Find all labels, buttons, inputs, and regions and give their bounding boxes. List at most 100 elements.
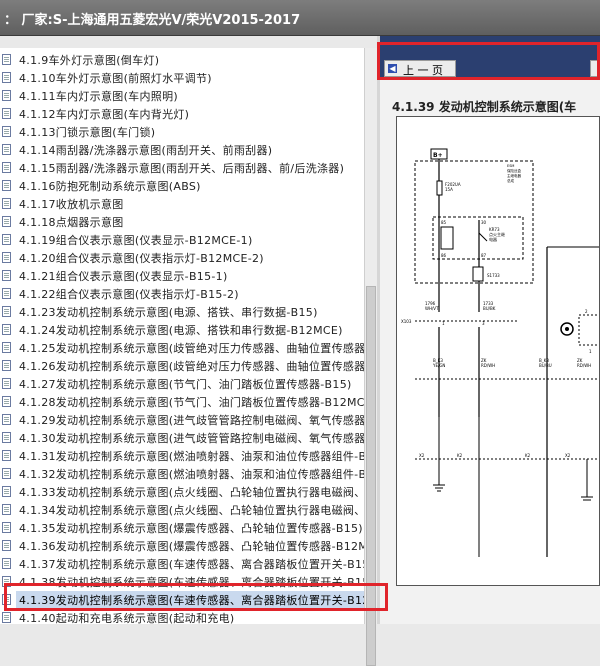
tree-item[interactable]: 4.1.37发动机控制系统示意图(车速传感器、离合器踏板位置开关-B15	[0, 555, 364, 573]
document-icon	[2, 252, 11, 263]
fuse-box-label: ESM 保险丝盒主继电器总成	[507, 164, 521, 183]
tree-item[interactable]: 4.1.16防抱死制动系统示意图(ABS)	[0, 177, 364, 195]
tree-item[interactable]: 4.1.15雨刮器/洗涤器示意图(雨刮开关、后雨刮器、前/后洗涤器)	[0, 159, 364, 177]
tree-item-label: 4.1.21组合仪表示意图(仪表显示-B15-1)	[19, 270, 228, 283]
tree-item[interactable]: 4.1.12车内灯示意图(车内背光灯)	[0, 105, 364, 123]
tree-item-label: 4.1.17收放机示意图	[19, 198, 124, 211]
tree-item-label: 4.1.25发动机控制系统示意图(歧管绝对压力传感器、曲轴位置传感器-	[19, 342, 364, 355]
tree-item[interactable]: 4.1.25发动机控制系统示意图(歧管绝对压力传感器、曲轴位置传感器-	[0, 339, 364, 357]
window-title-bar: ： 厂家:S-上海通用五菱宏光V/荣光V2015-2017	[0, 0, 600, 36]
tree-scrollbar[interactable]	[364, 48, 377, 666]
document-icon	[2, 612, 11, 623]
tree-item[interactable]: 4.1.23发动机控制系统示意图(电源、搭铁、串行数据-B15)	[0, 303, 364, 321]
document-icon	[2, 396, 11, 407]
wire-label-4: ZK RD/WH	[577, 358, 591, 368]
switch-label: S1733	[487, 273, 500, 278]
document-icon	[2, 378, 11, 389]
document-icon	[2, 198, 11, 209]
tree-item[interactable]: 4.1.29发动机控制系统示意图(进气歧管管路控制电磁阀、氧气传感器-	[0, 411, 364, 429]
wire-1733-label: 1733 BU/BK	[483, 301, 496, 311]
tree-item[interactable]: 4.1.19组合仪表示意图(仪表显示-B12MCE-1)	[0, 231, 364, 249]
tree-item-label: 4.1.32发动机控制系统示意图(燃油喷射器、油泵和油位传感器组件-B	[19, 468, 364, 481]
document-page-area: 4.1.39 发动机控制系统示意图(车 B+ ESM 保险丝盒主继电器总成 F20…	[380, 78, 600, 624]
tree-item[interactable]: 4.1.10车外灯示意图(前照灯水平调节)	[0, 69, 364, 87]
tree-item[interactable]: 4.1.17收放机示意图	[0, 195, 364, 213]
tree-item-label: 4.1.31发动机控制系统示意图(燃油喷射器、油泵和油位传感器组件-B	[19, 450, 364, 463]
document-icon	[2, 540, 11, 551]
tree-item[interactable]: 4.1.40起动和充电系统示意图(起动和充电)	[0, 609, 364, 624]
tree-item[interactable]: 4.1.27发动机控制系统示意图(节气门、油门踏板位置传感器-B15)	[0, 375, 364, 393]
tree-item[interactable]: 4.1.20组合仪表示意图(仪表指示灯-B12MCE-2)	[0, 249, 364, 267]
document-icon	[2, 306, 11, 317]
tree-item-label: 4.1.29发动机控制系统示意图(进气歧管管路控制电磁阀、氧气传感器-	[19, 414, 364, 427]
switch-symbol	[472, 266, 484, 282]
tree-item[interactable]: 4.1.21组合仪表示意图(仪表显示-B15-1)	[0, 267, 364, 285]
pin-86: 86	[441, 253, 447, 258]
document-icon	[2, 468, 11, 479]
document-icon	[2, 108, 11, 119]
tree-item[interactable]: 4.1.32发动机控制系统示意图(燃油喷射器、油泵和油位传感器组件-B	[0, 465, 364, 483]
tree-item-label: 4.1.40起动和充电系统示意图(起动和充电)	[19, 612, 235, 624]
pin-87: 87	[481, 253, 487, 258]
tree-item-label: 4.1.12车内灯示意图(车内背光灯)	[19, 108, 190, 121]
document-icon	[2, 360, 11, 371]
wire-label-3: B_K3 BU/BU	[539, 358, 552, 368]
pin-30: 30	[481, 220, 487, 225]
document-icon	[2, 486, 11, 497]
tree-item[interactable]: 4.1.9车外灯示意图(倒车灯)	[0, 51, 364, 69]
tree-item[interactable]: 4.1.13门锁示意图(车门锁)	[0, 123, 364, 141]
document-icon	[2, 180, 11, 191]
tree-item-label: 4.1.18点烟器示意图	[19, 216, 124, 229]
tree-item-label: 4.1.9车外灯示意图(倒车灯)	[19, 54, 160, 67]
module-pin-2: 2	[585, 309, 588, 314]
wire-label-1: B_K3 YE/GN	[432, 358, 445, 368]
ground-label-1: X2	[419, 453, 425, 458]
tree-item-label: 4.1.14雨刮器/洗涤器示意图(雨刮开关、前雨刮器)	[19, 144, 273, 157]
tree-item[interactable]: 4.1.11车内灯示意图(车内照明)	[0, 87, 364, 105]
tree-item[interactable]: 4.1.30发动机控制系统示意图(进气歧管管路控制电磁阀、氧气传感器-	[0, 429, 364, 447]
tree-item[interactable]: 4.1.18点烟器示意图	[0, 213, 364, 231]
wire-label-2: ZK RD/WH	[481, 358, 495, 368]
wiring-diagram: B+ ESM 保险丝盒主继电器总成 F202UA 15A KR73 点火主继电器 85…	[396, 116, 600, 586]
tree-item[interactable]: 4.1.34发动机控制系统示意图(点火线圈、凸轮轴位置执行器电磁阀、	[0, 501, 364, 519]
tree-item[interactable]: 4.1.14雨刮器/洗涤器示意图(雨刮开关、前雨刮器)	[0, 141, 364, 159]
tree-item[interactable]: 4.1.33发动机控制系统示意图(点火线圈、凸轮轴位置执行器电磁阀、	[0, 483, 364, 501]
document-icon	[2, 342, 11, 353]
page-heading: 4.1.39 发动机控制系统示意图(车	[392, 100, 577, 114]
connector-pin-1: 1	[442, 321, 445, 326]
document-icon	[2, 234, 11, 245]
module-outline	[578, 314, 600, 346]
wire-1796-label: 1796 WH/VT	[425, 301, 439, 311]
tree-item[interactable]: 4.1.28发动机控制系统示意图(节气门、油门踏板位置传感器-B12MCI	[0, 393, 364, 411]
tree-item[interactable]: 4.1.36发动机控制系统示意图(爆震传感器、凸轮轴位置传感器-B12M	[0, 537, 364, 555]
document-icon	[2, 324, 11, 335]
document-icon	[2, 288, 11, 299]
tree-item-label: 4.1.33发动机控制系统示意图(点火线圈、凸轮轴位置执行器电磁阀、	[19, 486, 364, 499]
document-icon	[2, 558, 11, 569]
tree-item[interactable]: 4.1.26发动机控制系统示意图(歧管绝对压力传感器、曲轴位置传感器-	[0, 357, 364, 375]
next-page-button[interactable]	[590, 60, 600, 77]
document-icon	[2, 216, 11, 227]
tree-item-label: 4.1.27发动机控制系统示意图(节气门、油门踏板位置传感器-B15)	[19, 378, 352, 391]
document-icon	[2, 72, 11, 83]
tree-item-label: 4.1.38发动机控制系统示意图(车速传感器、离合器踏板位置开关-B15	[19, 576, 364, 589]
previous-page-button[interactable]: ◀ 上 一 页	[384, 60, 456, 77]
tree-item[interactable]: 4.1.35发动机控制系统示意图(爆震传感器、凸轮轴位置传感器-B15)	[0, 519, 364, 537]
pin-85: 85	[441, 220, 447, 225]
document-icon	[2, 90, 11, 101]
fuse-symbol	[436, 180, 443, 196]
document-icon	[2, 414, 11, 425]
tree-item-label: 4.1.37发动机控制系统示意图(车速传感器、离合器踏板位置开关-B15	[19, 558, 364, 571]
tree-item-selected[interactable]: 4.1.39发动机控制系统示意图(车速传感器、离合器踏板位置开关-B12	[0, 591, 364, 609]
tree-item[interactable]: 4.1.31发动机控制系统示意图(燃油喷射器、油泵和油位传感器组件-B	[0, 447, 364, 465]
document-icon	[2, 54, 11, 65]
tree-item-label: 4.1.13门锁示意图(车门锁)	[19, 126, 156, 139]
document-icon	[2, 594, 11, 605]
tree-item[interactable]: 4.1.38发动机控制系统示意图(车速传感器、离合器踏板位置开关-B15	[0, 573, 364, 591]
scrollbar-thumb[interactable]	[366, 286, 376, 666]
tree-item[interactable]: 4.1.24发动机控制系统示意图(电源、搭铁和串行数据-B12MCE)	[0, 321, 364, 339]
document-icon	[2, 144, 11, 155]
document-icon	[2, 504, 11, 515]
tree-item[interactable]: 4.1.22组合仪表示意图(仪表指示灯-B15-2)	[0, 285, 364, 303]
tree-item-label: 4.1.20组合仪表示意图(仪表指示灯-B12MCE-2)	[19, 252, 264, 265]
